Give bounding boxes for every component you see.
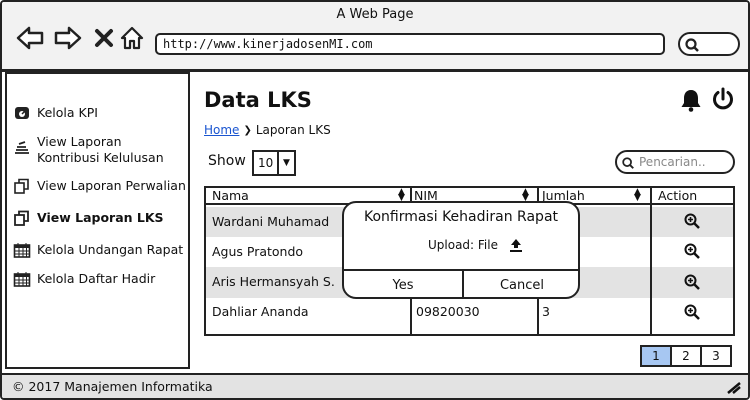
calendar-icon bbox=[13, 272, 31, 287]
sidebar-item-kontribusi-kelulusan[interactable]: View Laporan Kontribusi Kelulusan bbox=[13, 134, 164, 166]
sidebar-item-label: View Laporan Perwalian bbox=[37, 178, 186, 193]
copy-icon bbox=[14, 178, 29, 194]
column-header-nama[interactable]: Nama bbox=[212, 188, 249, 203]
resize-grip-icon[interactable] bbox=[726, 380, 742, 394]
copy-icon bbox=[14, 210, 29, 226]
cancel-button[interactable]: Cancel bbox=[464, 271, 578, 297]
column-divider bbox=[650, 188, 652, 334]
sidebar-item-label: Kelola Daftar Hadir bbox=[37, 271, 156, 286]
breadcrumb: Home ❯ Laporan LKS bbox=[204, 123, 331, 137]
close-icon[interactable] bbox=[90, 24, 118, 52]
url-bar[interactable]: http://www.kinerjadosenMI.com bbox=[155, 33, 665, 55]
show-label: Show bbox=[208, 153, 246, 169]
table-row: Dahliar Ananda 09820030 3 bbox=[206, 298, 733, 334]
page-button-3[interactable]: 3 bbox=[700, 345, 732, 367]
zoom-in-icon[interactable] bbox=[684, 274, 700, 290]
search-input[interactable]: Pencarian.. bbox=[615, 150, 735, 174]
browser-window: A Web Page http://www.kinerjadosenMI.com… bbox=[0, 0, 750, 400]
breadcrumb-home-link[interactable]: Home bbox=[204, 123, 239, 137]
sidebar: Kelola KPI View Laporan Kontribusi Kelul… bbox=[5, 72, 190, 369]
show-entries-value: 10 bbox=[258, 156, 274, 170]
sidebar-item-label: Kelola Undangan Rapat bbox=[37, 242, 184, 257]
sort-icon[interactable]: ▲ ▼ bbox=[398, 188, 405, 203]
bell-icon[interactable] bbox=[680, 88, 702, 116]
confirm-dialog: Konfirmasi Kehadiran Rapat Upload: File … bbox=[342, 201, 580, 299]
cell-jumlah: 3 bbox=[542, 304, 550, 319]
zoom-in-icon[interactable] bbox=[684, 243, 700, 259]
cell-nim: 09820030 bbox=[416, 304, 480, 319]
sidebar-item-label: Kelola KPI bbox=[37, 105, 98, 120]
dialog-title: Konfirmasi Kehadiran Rapat bbox=[363, 209, 559, 225]
search-icon bbox=[622, 157, 634, 169]
upload-file-control[interactable]: Upload: File bbox=[428, 237, 524, 253]
breadcrumb-current: Laporan LKS bbox=[255, 123, 331, 137]
calendar-icon bbox=[13, 243, 31, 258]
dashboard-icon bbox=[15, 107, 29, 119]
search-placeholder: Pencarian.. bbox=[639, 155, 706, 169]
cell-nama: Dahliar Ananda bbox=[212, 304, 309, 319]
power-icon[interactable] bbox=[711, 87, 735, 115]
search-icon bbox=[685, 38, 699, 52]
forward-icon[interactable] bbox=[54, 24, 82, 52]
stack-icon bbox=[15, 141, 29, 154]
sidebar-item-undangan-rapat[interactable]: Kelola Undangan Rapat bbox=[13, 242, 183, 258]
sort-icon[interactable]: ▲ ▼ bbox=[634, 188, 641, 203]
sort-icon[interactable]: ▲ ▼ bbox=[522, 188, 529, 203]
footer-copyright: © 2017 Manajemen Informatika bbox=[12, 379, 213, 394]
sidebar-item-laporan-perwalian[interactable]: View Laporan Perwalian bbox=[13, 178, 186, 194]
sidebar-item-label: View Laporan LKS bbox=[37, 210, 164, 225]
yes-button[interactable]: Yes bbox=[344, 271, 462, 297]
chevron-right-icon: ❯ bbox=[243, 124, 252, 136]
footer: © 2017 Manajemen Informatika bbox=[2, 373, 748, 398]
sidebar-item-daftar-hadir[interactable]: Kelola Daftar Hadir bbox=[13, 271, 155, 287]
zoom-in-icon[interactable] bbox=[684, 304, 700, 320]
sidebar-item-label: View Laporan Kontribusi Kelulusan bbox=[37, 134, 164, 165]
zoom-in-icon[interactable] bbox=[684, 213, 700, 229]
sidebar-item-laporan-lks[interactable]: View Laporan LKS bbox=[13, 210, 164, 226]
page-title: Data LKS bbox=[204, 88, 312, 112]
browser-titlebar: A Web Page http://www.kinerjadosenMI.com bbox=[2, 2, 748, 72]
column-header-action: Action bbox=[658, 188, 698, 203]
upload-icon[interactable] bbox=[508, 237, 524, 253]
chevron-down-icon: ▼ bbox=[277, 152, 294, 174]
page-button-1[interactable]: 1 bbox=[640, 345, 672, 367]
page-button-2[interactable]: 2 bbox=[670, 345, 702, 367]
back-icon[interactable] bbox=[16, 24, 44, 52]
browser-search-button[interactable] bbox=[678, 32, 740, 56]
upload-label: Upload: File bbox=[428, 238, 498, 252]
sidebar-item-kelola-kpi[interactable]: Kelola KPI bbox=[13, 105, 98, 121]
show-entries-select[interactable]: 10 ▼ bbox=[252, 150, 296, 176]
window-title: A Web Page bbox=[336, 7, 414, 22]
pagination: 1 2 3 bbox=[640, 345, 732, 367]
home-icon[interactable] bbox=[118, 24, 146, 52]
